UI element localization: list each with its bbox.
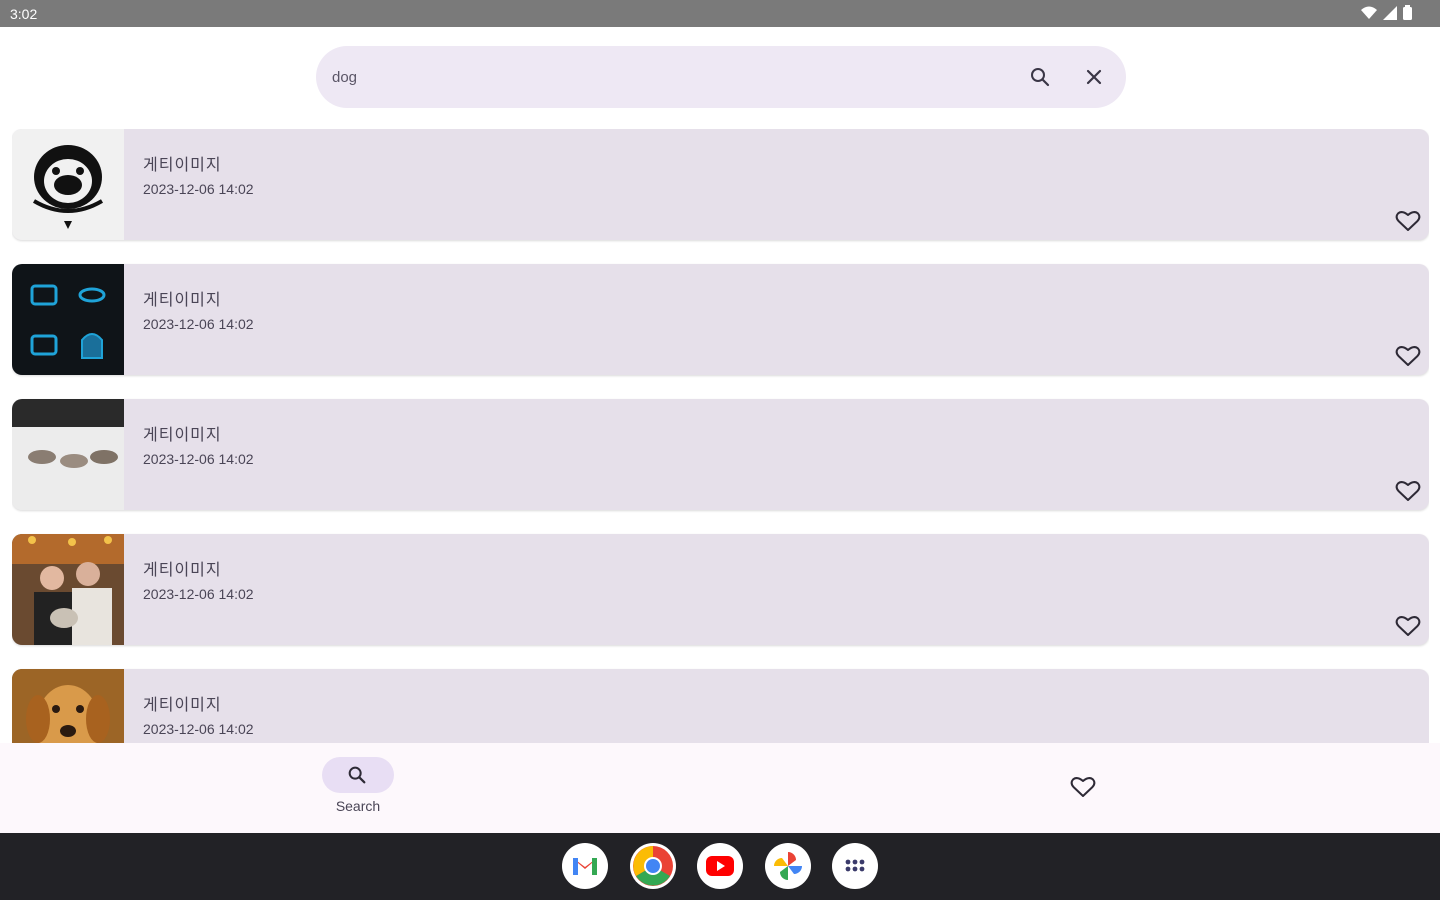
item-date: 2023-12-06 14:02 (143, 181, 254, 197)
item-date: 2023-12-06 14:02 (143, 451, 254, 467)
thumbnail-couple-with-dog (12, 534, 124, 645)
thumbnail-golden-dog (12, 669, 124, 743)
battery-icon (1403, 5, 1412, 20)
list-item[interactable]: 게티이미지 2023-12-06 14:02 (12, 669, 1429, 743)
app-drawer-icon[interactable] (832, 843, 878, 889)
nav-search-tab[interactable] (322, 757, 394, 793)
thumbnail-neon-icons (12, 264, 124, 375)
list-item[interactable]: 게티이미지 2023-12-06 14:02 (12, 399, 1429, 510)
search-icon[interactable] (1028, 65, 1052, 89)
app-dock (0, 833, 1440, 900)
item-title: 게티이미지 (143, 157, 222, 174)
signal-icon (1383, 5, 1397, 20)
status-icons (1361, 5, 1412, 20)
search-bar (316, 46, 1126, 108)
heart-icon[interactable] (1395, 479, 1421, 503)
list-item[interactable]: 게티이미지 2023-12-06 14:02 (12, 264, 1429, 375)
item-title: 게티이미지 (143, 427, 222, 444)
photos-icon[interactable] (765, 843, 811, 889)
wifi-icon (1361, 6, 1377, 19)
chrome-icon[interactable] (630, 843, 676, 889)
status-time: 3:02 (10, 6, 38, 22)
result-list[interactable]: 게티이미지 2023-12-06 14:02 게티이미지 2023-12-06 … (12, 129, 1429, 743)
item-date: 2023-12-06 14:02 (143, 586, 254, 602)
list-item[interactable]: 게티이미지 2023-12-06 14:02 (12, 534, 1429, 645)
youtube-icon[interactable] (697, 843, 743, 889)
search-input[interactable] (332, 64, 992, 90)
nav-search-label[interactable]: Search (322, 798, 394, 814)
close-icon[interactable] (1082, 65, 1106, 89)
item-title: 게티이미지 (143, 292, 222, 309)
status-bar: 3:02 (0, 0, 1440, 27)
heart-icon[interactable] (1395, 209, 1421, 233)
list-item[interactable]: 게티이미지 2023-12-06 14:02 (12, 129, 1429, 240)
item-title: 게티이미지 (143, 697, 222, 714)
item-title: 게티이미지 (143, 562, 222, 579)
heart-icon[interactable] (1070, 775, 1096, 799)
bottom-navigation: Search (0, 743, 1440, 833)
heart-icon[interactable] (1395, 614, 1421, 638)
item-date: 2023-12-06 14:02 (143, 316, 254, 332)
gmail-icon[interactable] (562, 843, 608, 889)
thumbnail-sled-dogs (12, 399, 124, 510)
thumbnail-bulldog (12, 129, 124, 240)
search-icon (348, 766, 366, 784)
item-date: 2023-12-06 14:02 (143, 721, 254, 737)
heart-icon[interactable] (1395, 344, 1421, 368)
